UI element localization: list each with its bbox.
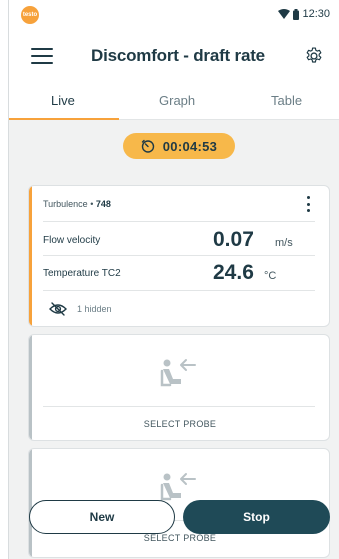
status-indicators: 12:30 [278,8,330,20]
stop-button[interactable]: Stop [183,500,330,534]
hidden-measurements-toggle[interactable]: 1 hidden [49,302,112,316]
empty-probe-slot[interactable]: SELECT PROBE [28,334,330,441]
status-time: 12:30 [302,8,330,20]
probe-card: Turbulence • 748 Flow velocity 0.07 m/s … [28,185,330,327]
measurement-unit-flow-velocity: m/s [275,237,293,249]
probe-id: 748 [95,199,111,209]
divider [43,221,315,222]
measurement-value-temperature: 24.6 [213,261,254,284]
measurement-label-temperature: Temperature TC2 [43,268,121,279]
divider [43,255,315,256]
testo-logo: testo [21,6,39,24]
timer-value: 00:04:53 [162,138,218,154]
hamburger-menu-icon[interactable] [31,48,53,64]
hidden-count: 1 hidden [77,304,112,314]
more-options-icon[interactable] [305,196,311,212]
view-tabs: Live Graph Table [9,82,339,120]
select-probe-label: SELECT PROBE [143,533,217,543]
measurement-timer: 00:04:53 [123,133,235,159]
stopwatch-icon [141,139,154,153]
eye-off-icon [49,302,67,316]
app-bar: Discomfort - draft rate [9,30,339,82]
tab-live[interactable]: Live [51,93,75,108]
battery-icon [293,8,300,20]
divider [43,290,315,291]
probe-connect-icon [160,473,196,501]
measurement-value-flow-velocity: 0.07 [213,228,254,251]
page-title: Discomfort - draft rate [91,46,265,65]
divider [43,406,315,407]
probe-connect-icon [160,359,196,387]
status-bar: testo 12:30 [9,0,339,30]
new-button[interactable]: New [29,500,175,534]
select-probe-label: SELECT PROBE [143,419,217,429]
measurement-label-flow-velocity: Flow velocity [43,235,101,246]
probe-title: Turbulence • 748 [43,199,111,209]
probe-title-separator: • [87,199,96,209]
probe-card-accent [29,186,32,326]
wifi-icon [278,9,291,19]
probe-type: Turbulence [43,199,88,209]
app-frame: testo 12:30 Discomfort - draft rate Live… [8,0,339,559]
active-tab-indicator [9,118,119,120]
tab-graph[interactable]: Graph [159,93,195,108]
logo-text: testo [22,12,38,18]
gear-icon[interactable] [304,46,324,66]
measurement-unit-temperature: °C [264,270,277,282]
tab-table[interactable]: Table [271,93,302,108]
